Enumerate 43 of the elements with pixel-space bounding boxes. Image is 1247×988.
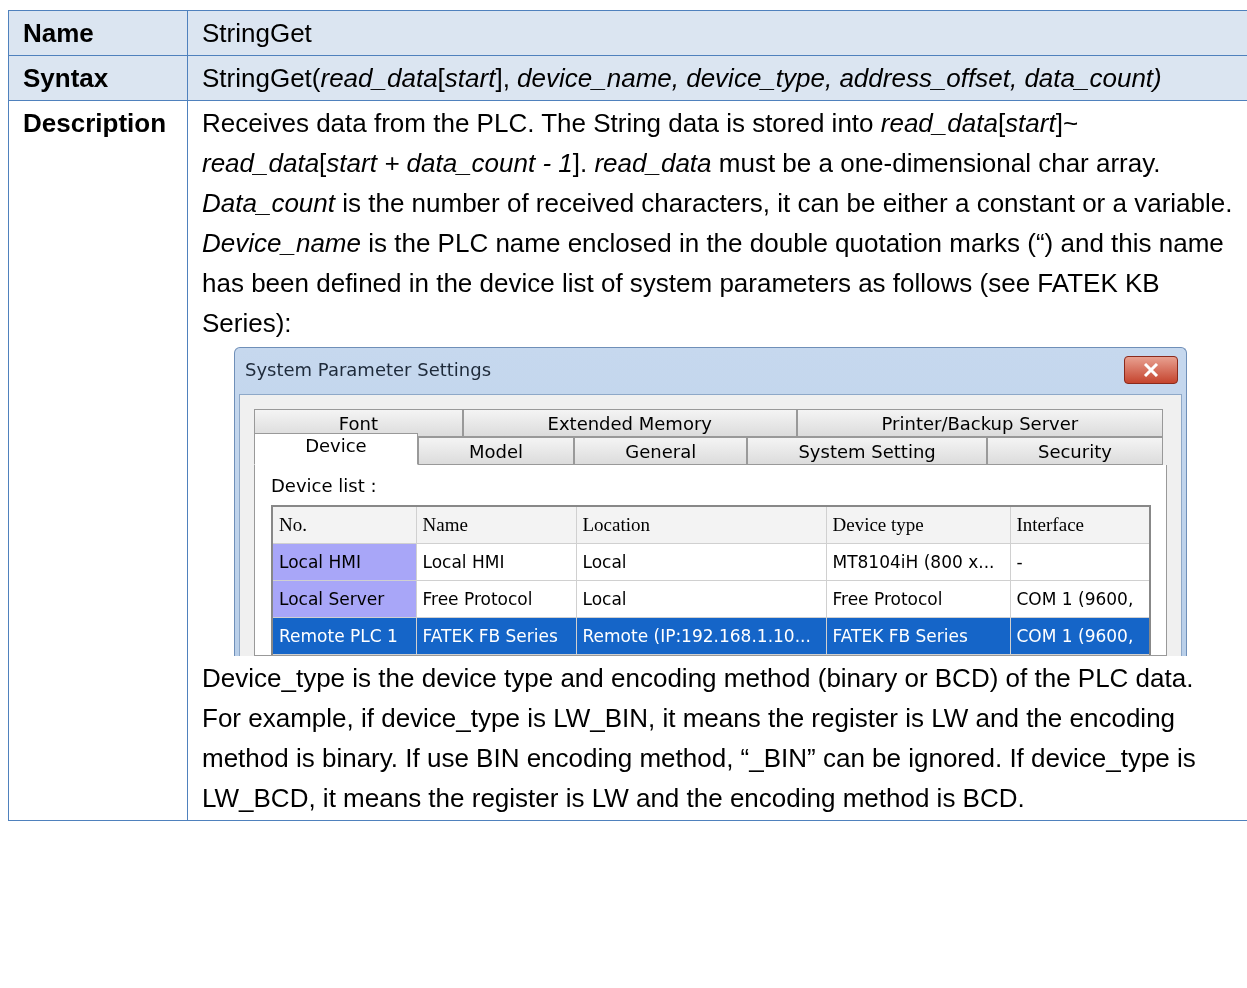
row-label: Description xyxy=(8,100,188,821)
table-cell: Remote (IP:192.168.1.10... xyxy=(576,617,826,655)
row-label: Syntax xyxy=(8,55,188,101)
table-cell: Free Protocol xyxy=(416,580,576,618)
close-button[interactable] xyxy=(1124,356,1178,384)
description-paragraph: Data_count is the number of received characters, it can be either a constant or a variable. xyxy=(202,187,1234,220)
description-paragraph: Device_name is the PLC name enclosed in the double quotation marks (“) and this name has been defined in the device list of system parameters as follows (see FATEK KB Series): xyxy=(202,227,1225,340)
device-row[interactable]: Local Server Free Protocol Local Free Protocol COM 1 (9600, xyxy=(272,580,1150,618)
table-cell: Local HMI xyxy=(272,543,416,581)
table-cell: COM 1 (9600, xyxy=(1010,617,1150,655)
dialog-tab[interactable]: Device xyxy=(254,433,418,465)
column-header[interactable]: Interface xyxy=(1010,506,1150,544)
dialog-tab[interactable]: Extended Memory xyxy=(462,409,797,437)
dialog-tab[interactable]: Printer/Backup Server xyxy=(796,409,1163,437)
row-value: StringGet(read_data[start], device_name, device_type, address_offset, data_count) xyxy=(202,62,1163,95)
description-paragraph: Receives data from the PLC. The String data is stored into read_data[start]~ read_data[start + data_count - 1]. read_data must be a one-dimensional char array. xyxy=(202,107,1162,180)
description-paragraph: Device_type is the device type and encoding method (binary or BCD) of the PLC data. For example, if device_type is LW_BIN, it means the register is LW and the encoding method is binary. If use BIN encoding method, “_BIN” can be ignored. If device_type is LW_BCD, it means the register is LW and the encoding method is BCD. xyxy=(202,662,1197,815)
table-cell: Local HMI xyxy=(416,543,576,581)
column-header[interactable]: Location xyxy=(576,506,826,544)
row-label: Name xyxy=(8,10,188,56)
dialog-title: System Parameter Settings xyxy=(245,359,492,381)
column-header[interactable]: No. xyxy=(272,506,416,544)
dialog-tab[interactable]: General xyxy=(574,437,748,465)
table-cell: COM 1 (9600, xyxy=(1010,580,1150,618)
table-cell: Local xyxy=(576,543,826,581)
device-row[interactable]: Remote PLC 1 FATEK FB Series Remote (IP:192.168.1.10... FATEK FB Series COM 1 (9600, xyxy=(272,617,1150,655)
device-row[interactable]: Local HMI Local HMI Local MT8104iH (800 x... - xyxy=(272,543,1150,581)
dialog-tab[interactable]: Model xyxy=(417,437,575,465)
table-cell: Remote PLC 1 xyxy=(272,617,416,655)
column-header[interactable]: Name xyxy=(416,506,576,544)
table-cell: - xyxy=(1010,543,1150,581)
table-cell: Free Protocol xyxy=(826,580,1010,618)
column-header[interactable]: Device type xyxy=(826,506,1010,544)
table-cell: FATEK FB Series xyxy=(416,617,576,655)
table-cell: Local Server xyxy=(272,580,416,618)
table-cell: FATEK FB Series xyxy=(826,617,1010,655)
dialog-tab[interactable]: System Setting xyxy=(747,437,987,465)
table-cell: MT8104iH (800 x... xyxy=(826,543,1010,581)
row-value: StringGet xyxy=(202,17,313,50)
close-icon xyxy=(1143,363,1159,377)
dialog-tab[interactable]: Security xyxy=(986,437,1163,465)
table-cell: Local xyxy=(576,580,826,618)
device-list-label: Device list : xyxy=(271,475,378,497)
